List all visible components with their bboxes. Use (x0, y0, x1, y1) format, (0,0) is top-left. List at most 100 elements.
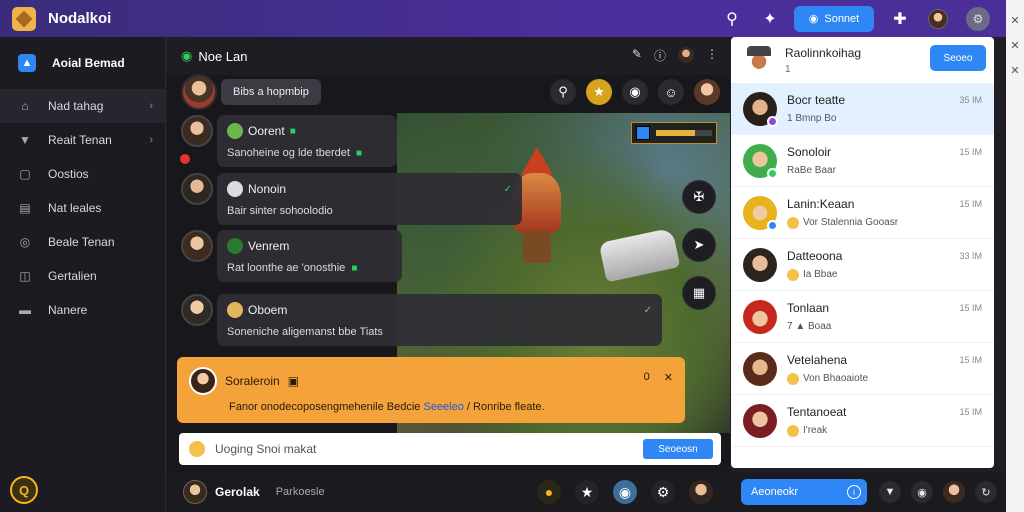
close-icon[interactable]: ✕ (1010, 64, 1019, 77)
contact-item[interactable]: Tonlaan 7 ▲ Boaa 15 IM (731, 291, 994, 343)
contacts-header-title: Raolinnkoihag (785, 45, 862, 60)
close-icon[interactable]: ✕ (1010, 14, 1019, 27)
message-author: Oboem (248, 303, 288, 317)
box-icon: ▢ (19, 167, 31, 181)
add-icon[interactable]: ✚ (888, 7, 912, 31)
share-icon[interactable]: ➤ (682, 228, 716, 262)
avatar[interactable] (743, 44, 775, 76)
trophy-icon[interactable]: ★ (586, 79, 612, 105)
contact-time: 15 IM (959, 355, 982, 365)
avatar[interactable] (181, 294, 213, 326)
contact-name: Tentanoeat (787, 404, 847, 419)
avatar[interactable] (689, 480, 713, 504)
avatar[interactable] (181, 74, 217, 110)
sticker-icon[interactable]: ☺ (658, 79, 684, 105)
message-input[interactable]: Uoging Snoi makat Seoeosn (179, 433, 721, 465)
message-bubble: Oboem ✓ Soneniche aligemanst bbe Tiats (217, 294, 662, 346)
sidebar-item-home[interactable]: ⌂ Nad tahag › (0, 89, 165, 123)
user-avatar[interactable] (928, 8, 948, 29)
avatar (743, 247, 777, 282)
contact-name: Bocr teatte (787, 93, 846, 107)
footer-actions: ● ★ ◉ ⚙ (537, 480, 713, 504)
avatar[interactable] (943, 481, 965, 503)
star-icon[interactable]: ★ (575, 480, 599, 504)
sidebar-brand[interactable]: ▲ Aoial Bemad (0, 37, 165, 89)
contact-time: 15 IM (959, 407, 982, 417)
footer-action-button[interactable]: Aeoneokr i (741, 479, 867, 505)
contact-item[interactable]: Bocr teatte 1 Bmnp Bo 35 IM (731, 83, 994, 135)
avatar (743, 143, 778, 179)
main-chat-area: ◉ Noe Lan ✎ ⓘ ⋮ Bibs a hopmbip ⚲ ★ ◉ ☺ O… (167, 37, 730, 512)
avatar[interactable] (181, 173, 213, 205)
contact-name: Tonlaan (787, 301, 830, 315)
message-text: Rat loonthe ae 'onosthie (227, 262, 346, 274)
close-icon[interactable]: ✕ (1010, 39, 1019, 52)
map-icon[interactable]: ▦ (682, 276, 716, 310)
info-icon[interactable]: ⓘ (654, 47, 666, 64)
sidebar-item-label: Reait Tenan (48, 133, 112, 147)
contact-item[interactable]: Vetelahena Von Bhaoaiote 15 IM (731, 343, 994, 395)
chat-bubble-icon[interactable]: ● (537, 480, 561, 504)
contact-status: Vor Stalennia Gooasr (803, 217, 899, 228)
avatar[interactable] (181, 115, 213, 147)
contact-name: Sonoloir (787, 145, 832, 159)
chat-header: ◉ Noe Lan ✎ ⓘ ⋮ (167, 37, 730, 75)
close-icon[interactable]: ✕ (664, 371, 673, 384)
avatar[interactable] (183, 480, 207, 504)
more-vertical-icon[interactable]: ⋮ (706, 47, 718, 64)
gamepad-icon[interactable]: ◉ (622, 79, 648, 105)
sidebar-item-reait[interactable]: ▼ Reait Tenan › (0, 123, 165, 157)
contact-item[interactable]: Tentanoeat I'reak 15 IM (731, 395, 994, 447)
check-icon: ■ (351, 262, 358, 274)
sidebar-item-oostios[interactable]: ▢ Oostios (0, 157, 165, 191)
avatar (743, 195, 778, 231)
profile-badge[interactable]: Q (10, 476, 38, 504)
search-icon[interactable]: ⚲ (550, 79, 576, 105)
sparkle-icon[interactable]: ✦ (758, 7, 782, 31)
avatar (743, 351, 777, 386)
sidebar-item-nanere[interactable]: ▬ Nanere (0, 293, 165, 327)
avatar[interactable] (694, 79, 720, 105)
primary-action-button[interactable]: ◉ Sonnet (794, 5, 874, 32)
emoji-icon (787, 372, 799, 385)
shield-icon[interactable]: ▼ (879, 481, 901, 503)
search-icon[interactable]: ⚲ (720, 7, 744, 31)
message-link[interactable]: Seeeleo (423, 401, 463, 413)
send-button[interactable]: Seoeosn (643, 439, 713, 459)
folder-icon: ▬ (19, 303, 31, 317)
refresh-icon[interactable]: ↻ (975, 481, 997, 503)
message-text-part: / Ronribe fleate. (466, 401, 545, 413)
emoji-icon[interactable] (189, 441, 205, 457)
message-text: Soneniche aligemanst bbe Tiats (227, 326, 383, 338)
footer-username: Gerolak (215, 485, 260, 499)
member-avatar[interactable] (678, 47, 694, 63)
gear-icon[interactable]: ⚙ (651, 480, 675, 504)
sidebar-item-beale[interactable]: ◎ Beale Tenan (0, 225, 165, 259)
chat-tools: ⚲ ★ ◉ ☺ (550, 79, 720, 105)
contacts-header-button[interactable]: Seoeo (930, 45, 986, 71)
search-pill[interactable]: Bibs a hopmbip (221, 79, 321, 105)
contact-time: 15 IM (959, 147, 982, 157)
sidebar-item-label: Nat leales (48, 201, 102, 215)
game-hud (631, 122, 717, 144)
controller-icon[interactable]: ◉ (911, 481, 933, 503)
top-bar: Nodalkoi ⚲ ✦ ◉ Sonnet ✚ ⚙ (0, 0, 1006, 37)
sidebar-item-gertalien[interactable]: ◫ Gertalien (0, 259, 165, 293)
settings-gear-icon[interactable]: ⚙ (966, 6, 990, 31)
contacts-panel: Raolinnkoihag 1 Seoeo Bocr teatte 1 Bmnp … (731, 37, 994, 468)
message-text: Bair sinter sohoolodio (227, 205, 333, 217)
message-author: Nonoin (248, 182, 287, 196)
contact-item[interactable]: Sonoloir RaBe Baar 15 IM (731, 135, 994, 187)
footer-right-icons: ▼ ◉ ↻ (879, 481, 997, 503)
avatar[interactable] (181, 230, 213, 262)
edit-icon[interactable]: ✎ (632, 47, 642, 64)
message-input-placeholder: Uoging Snoi makat (215, 442, 317, 456)
avatar[interactable] (189, 367, 217, 395)
game-icon[interactable]: ◉ (613, 480, 637, 504)
contact-item[interactable]: Lanin:Keaan Vor Stalennia Gooasr 15 IM (731, 187, 994, 239)
sidebar-item-nat-leales[interactable]: ▤ Nat leales (0, 191, 165, 225)
swords-icon[interactable]: ✠ (682, 180, 716, 214)
check-icon: ✓ (643, 304, 652, 316)
contact-item[interactable]: Datteoona Ia Bbae 33 IM (731, 239, 994, 291)
chat-title: Noe Lan (198, 48, 248, 64)
